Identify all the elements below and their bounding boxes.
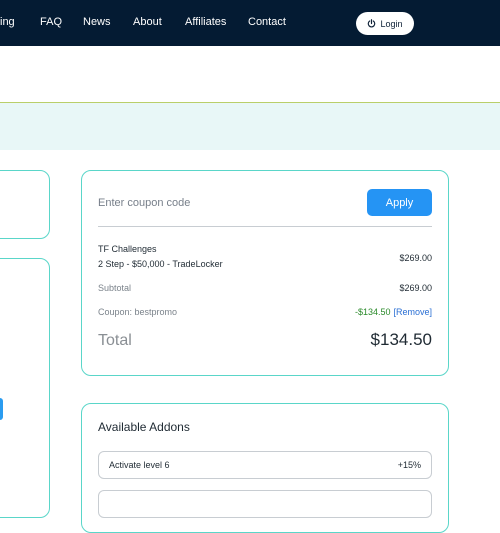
login-label: Login: [380, 18, 403, 29]
coupon-input[interactable]: Enter coupon code: [98, 197, 190, 209]
login-button[interactable]: Login: [356, 12, 414, 35]
coupon-discount: -$134.50: [354, 307, 391, 317]
order-item-price: $269.00: [399, 253, 432, 263]
left-card-bottom: [0, 258, 50, 518]
top-nav: ing FAQ News About Affiliates Contact Lo…: [0, 0, 500, 46]
nav-item-affiliates[interactable]: Affiliates: [185, 16, 226, 28]
coupon-label: Coupon: bestpromo: [98, 307, 178, 317]
apply-button[interactable]: Apply: [367, 189, 432, 216]
power-icon: [367, 19, 376, 28]
total-value: $134.50: [370, 330, 432, 349]
order-item-detail: 2 Step - $50,000 - TradeLocker: [98, 259, 223, 269]
nav-item-pricing[interactable]: ing: [0, 16, 15, 28]
addon-row[interactable]: [98, 490, 432, 518]
nav-item-faq[interactable]: FAQ: [40, 16, 62, 28]
addon-name: Activate level 6: [109, 460, 170, 470]
addon-row[interactable]: Activate level 6 +15%: [98, 451, 432, 479]
info-band: [0, 103, 500, 150]
left-card-top: [0, 170, 50, 239]
subtotal-label: Subtotal: [98, 283, 132, 293]
order-item-name: TF Challenges: [98, 244, 157, 254]
addon-value: +15%: [397, 460, 421, 470]
addons-title: Available Addons: [98, 420, 190, 434]
total-label: Total: [98, 332, 132, 349]
nav-item-about[interactable]: About: [133, 16, 162, 28]
remove-coupon-link[interactable]: [Remove]: [393, 307, 432, 317]
coupon-value: -$134.50 [Remove]: [355, 307, 432, 317]
coupon-input-underline: [98, 226, 432, 227]
nav-item-contact[interactable]: Contact: [248, 16, 286, 28]
left-card-button[interactable]: [0, 398, 3, 420]
nav-item-news[interactable]: News: [83, 16, 111, 28]
subtotal-value: $269.00: [399, 283, 432, 293]
